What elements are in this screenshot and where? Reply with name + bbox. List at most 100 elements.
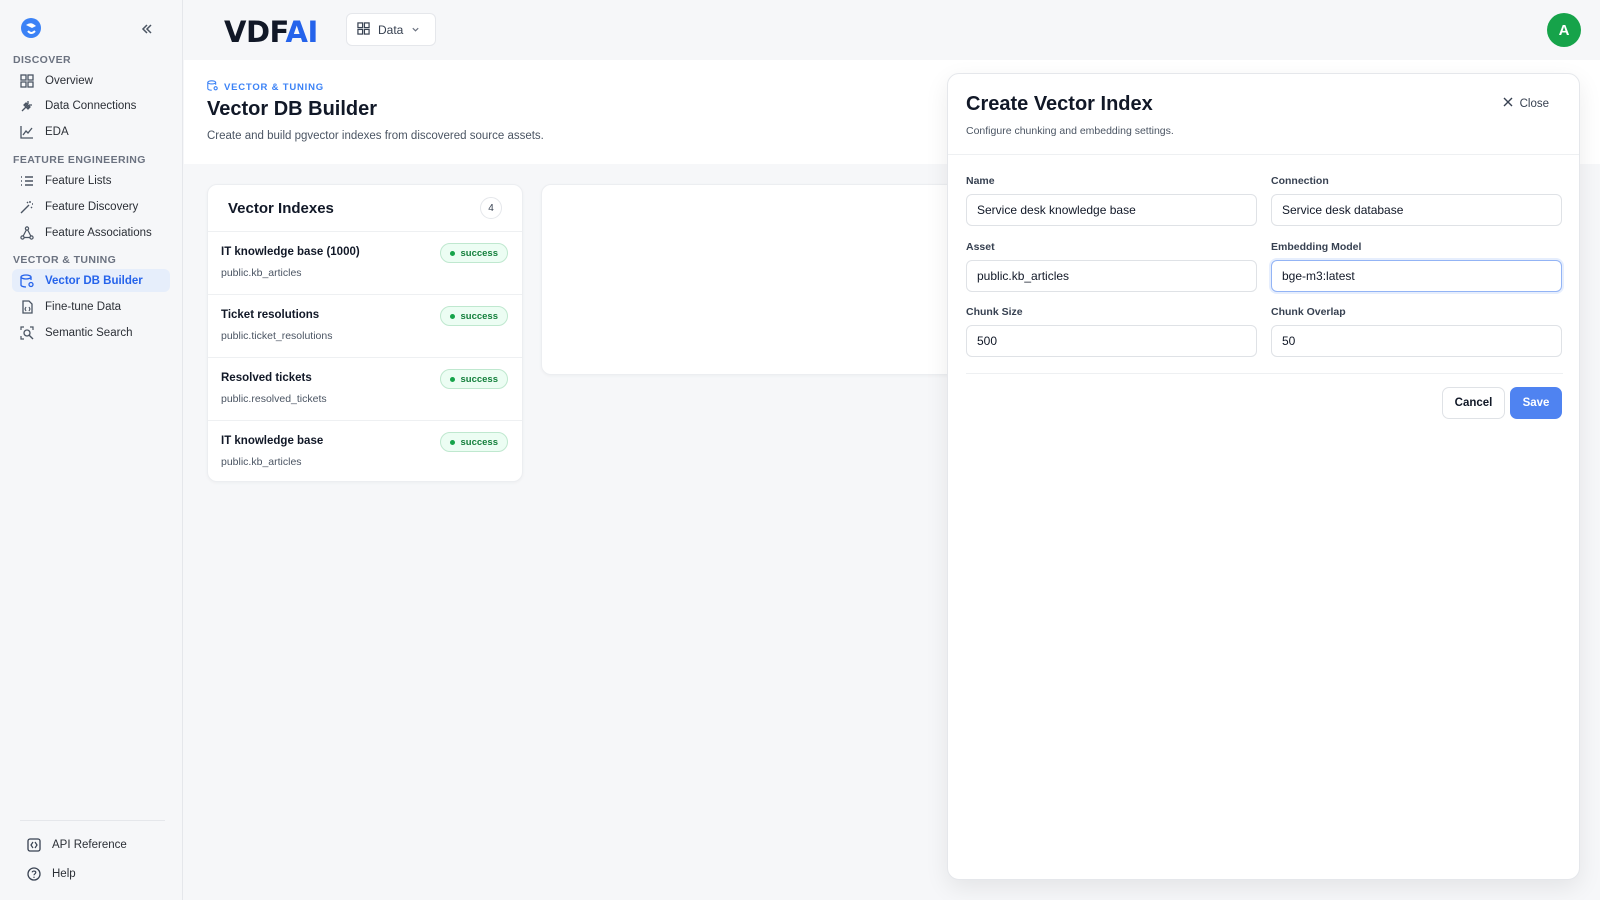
status-dot-icon [450,250,456,256]
sidebar-item-feature-associations[interactable]: Feature Associations [12,221,170,244]
dialog-subtitle: Configure chunking and embedding setting… [966,125,1174,137]
vector-indexes-title: Vector Indexes [228,199,334,217]
connection-label: Connection [1271,175,1329,187]
sidebar-item-semantic-search[interactable]: Semantic Search [12,321,170,344]
status-dot-icon [450,376,456,382]
list-item[interactable]: IT knowledge base (1000) public.kb_artic… [208,232,522,295]
sidebar-item-vector-db-builder[interactable]: Vector DB Builder [12,269,170,292]
brand-accent: AI [285,15,319,49]
sidebar: DISCOVER Overview Data Connections EDA F… [0,0,183,900]
list-item[interactable]: Resolved tickets public.resolved_tickets… [208,358,522,421]
list-item[interactable]: IT knowledge base public.kb_articles suc… [208,421,522,484]
status-label: success [460,373,498,385]
network-icon [19,225,35,241]
detail-panel [541,184,961,375]
embedding-model-label: Embedding Model [1271,241,1362,253]
sidebar-item-help[interactable]: Help [26,863,76,885]
section-label-vector-tuning: VECTOR & TUNING [13,254,117,266]
breadcrumb-label: VECTOR & TUNING [224,81,324,93]
dialog-footer-divider [966,373,1563,374]
dialog-title: Create Vector Index [966,93,1153,115]
page-subtitle: Create and build pgvector indexes from d… [207,130,544,142]
vector-indexes-header: Vector Indexes 4 [208,185,522,232]
list-icon [19,173,35,189]
breadcrumb: VECTOR & TUNING [207,80,324,94]
brand-prefix: VDF [224,15,286,49]
help-circle-icon [26,866,42,882]
sidebar-item-label: Data Connections [45,99,137,112]
sidebar-item-label: Feature Discovery [45,200,139,213]
index-asset: public.kb_articles [221,267,302,279]
name-label: Name [966,175,995,187]
count-badge: 4 [480,197,502,219]
status-badge: success [440,432,508,452]
asset-label: Asset [966,241,995,253]
sidebar-item-label: Feature Lists [45,174,112,187]
sidebar-item-api-reference[interactable]: API Reference [26,834,127,856]
page-title: Vector DB Builder [207,98,378,120]
status-dot-icon [450,439,456,445]
sidebar-item-eda[interactable]: EDA [12,120,170,143]
chart-line-icon [19,124,35,140]
sidebar-item-label: Feature Associations [45,226,152,239]
logo-icon[interactable] [20,17,42,39]
status-label: success [460,247,498,259]
dialog-divider [948,154,1579,155]
sidebar-item-label: Overview [45,74,93,87]
status-badge: success [440,243,508,263]
close-label: Close [1519,97,1549,110]
index-asset: public.kb_articles [221,456,302,468]
section-label-discover: DISCOVER [13,54,72,66]
cancel-button[interactable]: Cancel [1442,387,1505,419]
save-button[interactable]: Save [1510,387,1562,419]
sidebar-item-feature-discovery[interactable]: Feature Discovery [12,195,170,218]
asset-field[interactable] [966,260,1257,292]
connection-field[interactable] [1271,194,1562,226]
chunk-size-field[interactable] [966,325,1257,357]
sidebar-item-label: EDA [45,125,69,138]
index-asset: public.resolved_tickets [221,393,327,405]
database-gear-icon [19,273,35,289]
avatar[interactable]: A [1547,13,1581,47]
sidebar-item-overview[interactable]: Overview [12,69,170,92]
sidebar-item-feature-lists[interactable]: Feature Lists [12,169,170,192]
plug-icon [19,98,35,114]
brand-logo[interactable]: VDFAI [224,15,318,49]
status-dot-icon [450,313,456,319]
sidebar-item-data-connections[interactable]: Data Connections [12,94,170,117]
chunk-size-label: Chunk Size [966,306,1023,318]
file-code-icon [19,299,35,315]
close-icon [1503,97,1513,110]
status-label: success [460,436,498,448]
chevron-down-icon [411,23,420,37]
code-brackets-icon [26,837,42,853]
status-label: success [460,310,498,322]
wand-icon [19,199,35,215]
vector-indexes-card: Vector Indexes 4 IT knowledge base (1000… [207,184,523,482]
list-item[interactable]: Ticket resolutions public.ticket_resolut… [208,295,522,358]
sidebar-item-fine-tune-data[interactable]: Fine-tune Data [12,295,170,318]
collapse-sidebar-icon[interactable] [138,20,156,38]
section-label-feature-engineering: FEATURE ENGINEERING [13,154,146,166]
sidebar-item-label: Fine-tune Data [45,300,122,313]
grid-icon [19,73,35,89]
data-dropdown[interactable]: Data [346,13,436,46]
grid-icon [357,21,370,38]
search-scan-icon [19,325,35,341]
status-badge: success [440,306,508,326]
sidebar-divider [20,820,165,821]
data-dropdown-label: Data [378,22,404,37]
status-badge: success [440,369,508,389]
chunk-overlap-field[interactable] [1271,325,1562,357]
name-field[interactable] [966,194,1257,226]
close-button[interactable]: Close [1503,97,1549,110]
sidebar-item-label: Help [52,868,76,880]
database-gear-icon [207,80,218,94]
create-vector-index-dialog: Create Vector Index Configure chunking a… [947,73,1580,880]
sidebar-item-label: Semantic Search [45,326,133,339]
index-asset: public.ticket_resolutions [221,330,333,342]
chunk-overlap-label: Chunk Overlap [1271,306,1346,318]
embedding-model-field[interactable] [1271,260,1562,292]
sidebar-item-label: API Reference [52,839,127,851]
sidebar-item-label: Vector DB Builder [45,274,143,287]
